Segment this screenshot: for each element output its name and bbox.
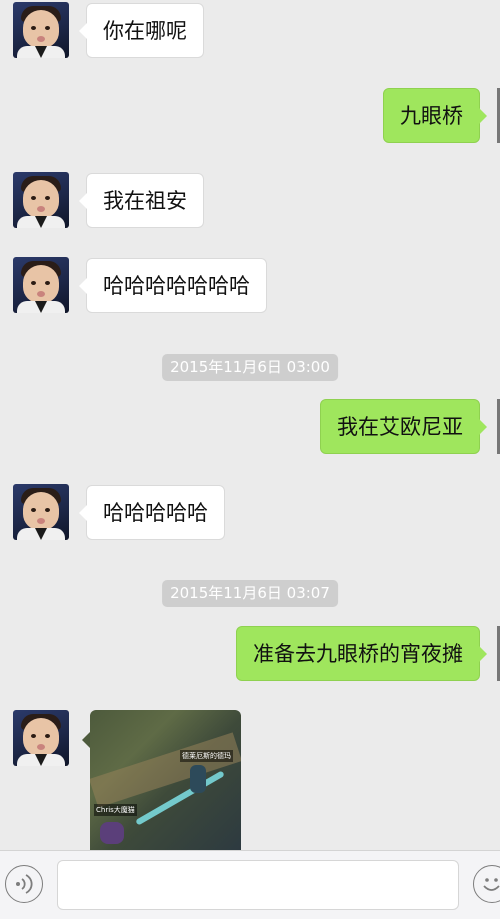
emoji-icon[interactable] xyxy=(473,865,500,903)
contact-avatar[interactable] xyxy=(13,484,69,540)
message-bubble-outgoing[interactable]: 九眼桥 xyxy=(383,88,487,143)
timestamp-divider: 2015年11月6日 03:00 xyxy=(162,354,338,381)
image-bubble-arrow xyxy=(82,732,90,748)
message-bubble-outgoing[interactable]: 我在艾欧尼亚 xyxy=(320,399,487,454)
game-name-tag: 德莱厄斯的德玛 xyxy=(180,750,233,762)
contact-avatar[interactable] xyxy=(13,710,69,766)
contact-avatar[interactable] xyxy=(13,172,69,228)
message-bubble-incoming[interactable]: 哈哈哈哈哈 xyxy=(79,485,225,540)
chat-message-list[interactable]: 你在哪呢 九眼桥 我在祖安 哈哈哈哈哈哈哈 2015年11月6日 03:00 我… xyxy=(0,0,500,850)
message-bubble-incoming[interactable]: 你在哪呢 xyxy=(79,3,204,58)
message-bubble-incoming[interactable]: 哈哈哈哈哈哈哈 xyxy=(79,258,267,313)
game-name-tag: Chris大魔猫 xyxy=(94,804,137,816)
image-message-thumbnail[interactable]: 德莱厄斯的德玛 Chris大魔猫 xyxy=(90,710,241,850)
message-bubble-outgoing[interactable]: 准备去九眼桥的宵夜摊 xyxy=(236,626,487,681)
voice-icon[interactable] xyxy=(5,865,43,903)
message-text-input[interactable] xyxy=(57,860,459,910)
message-bubble-incoming[interactable]: 我在祖安 xyxy=(79,173,204,228)
contact-avatar[interactable] xyxy=(13,2,69,58)
chat-input-bar xyxy=(0,850,500,919)
timestamp-divider: 2015年11月6日 03:07 xyxy=(162,580,338,607)
contact-avatar[interactable] xyxy=(13,257,69,313)
